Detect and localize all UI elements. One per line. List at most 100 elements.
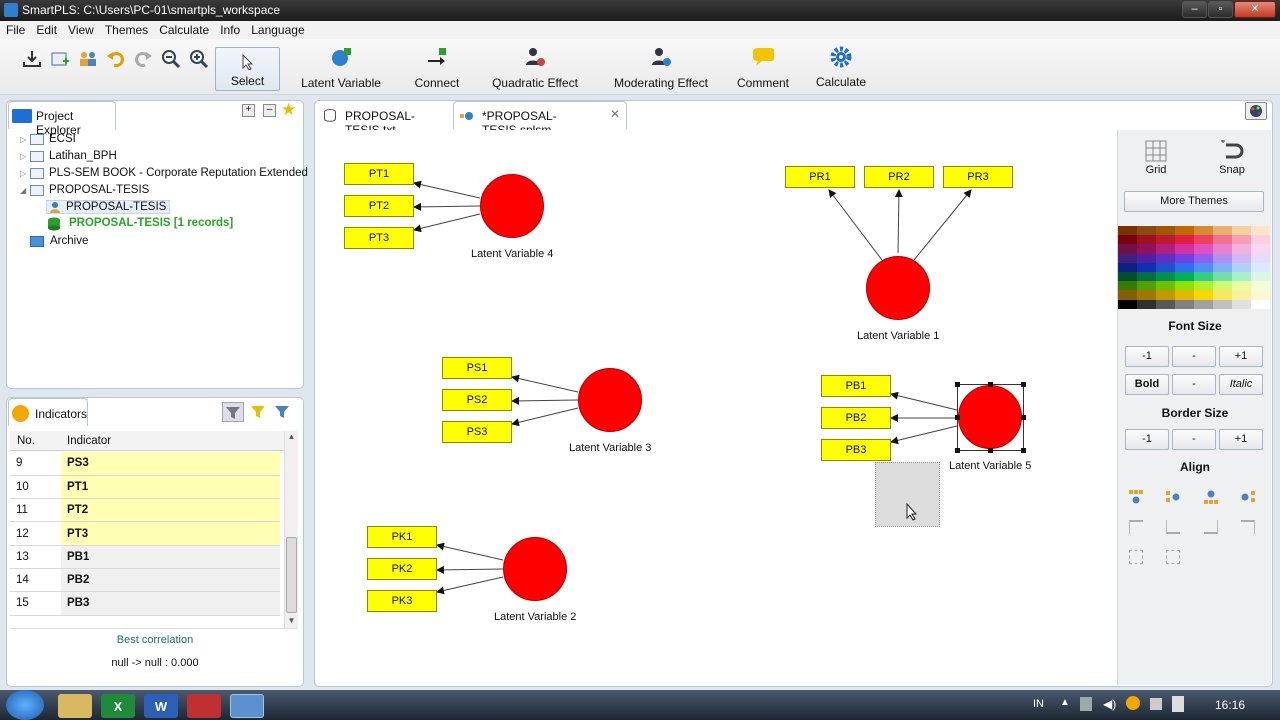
color-swatch[interactable]: [1137, 281, 1156, 291]
table-row[interactable]: 13 PB1: [10, 545, 280, 569]
color-swatch[interactable]: [1156, 253, 1175, 263]
color-swatch[interactable]: [1213, 226, 1232, 236]
media-taskbar-icon[interactable]: [187, 694, 221, 718]
select-tool-button[interactable]: Select: [215, 47, 280, 91]
color-swatch[interactable]: [1156, 281, 1175, 291]
color-swatch[interactable]: [1175, 235, 1194, 245]
filter-yellow-icon[interactable]: [248, 402, 268, 422]
calculate-button[interactable]: Calculate: [814, 46, 868, 89]
indicator-pr3[interactable]: PR3: [943, 166, 1013, 188]
tree-item-ecsi[interactable]: ▷ ECSI: [20, 133, 76, 145]
tree-item-pls-sem-book[interactable]: ▷ PLS-SEM BOOK - Corporate Reputation Ext…: [20, 167, 308, 179]
table-row[interactable]: 14 PB2: [10, 568, 280, 593]
color-swatch[interactable]: [1232, 290, 1251, 300]
color-swatch[interactable]: [1194, 281, 1213, 291]
color-swatch[interactable]: [1118, 299, 1137, 309]
align-center-icon[interactable]: [1166, 490, 1180, 504]
table-row[interactable]: 10 PT1: [10, 475, 280, 500]
star-icon[interactable]: ★: [281, 100, 296, 120]
color-swatch[interactable]: [1213, 299, 1232, 309]
panel-expand-button[interactable]: +: [242, 104, 255, 117]
scroll-down-arrow-icon[interactable]: ▼: [285, 616, 298, 625]
color-swatch[interactable]: [1251, 281, 1270, 291]
color-swatch[interactable]: [1118, 226, 1137, 236]
volume-icon[interactable]: ◀): [1103, 697, 1116, 711]
color-swatch[interactable]: [1213, 272, 1232, 282]
clock[interactable]: 16:16: [1215, 698, 1245, 712]
tree-item-proposal-model[interactable]: PROPOSAL-TESIS: [46, 200, 171, 214]
tree-item-proposal-data[interactable]: PROPOSAL-TESIS [1 records]: [48, 217, 233, 231]
indicator-pr2[interactable]: PR2: [864, 166, 934, 188]
distribute-horizontal-icon[interactable]: [1129, 550, 1143, 564]
panel-collapse-button[interactable]: –: [263, 104, 276, 117]
color-swatch[interactable]: [1232, 299, 1251, 309]
undo-icon[interactable]: [106, 49, 126, 69]
color-swatch[interactable]: [1137, 226, 1156, 236]
table-row[interactable]: 9 PS3: [10, 452, 280, 476]
menu-themes[interactable]: Themes: [99, 21, 153, 37]
color-swatch[interactable]: [1251, 235, 1270, 245]
redo-icon[interactable]: [133, 49, 153, 69]
color-swatch[interactable]: [1194, 226, 1213, 236]
color-swatch[interactable]: [1118, 253, 1137, 263]
tab-indicators[interactable]: Indicators: [8, 398, 88, 426]
color-swatch[interactable]: [1137, 235, 1156, 245]
color-swatch[interactable]: [1156, 262, 1175, 272]
border-size-increase-button[interactable]: +1: [1219, 429, 1263, 450]
network-icon[interactable]: [1080, 697, 1092, 711]
color-swatch[interactable]: [1156, 235, 1175, 245]
italic-button[interactable]: Italic: [1219, 374, 1263, 395]
indicator-pk1[interactable]: PK1: [367, 526, 437, 548]
color-swatch[interactable]: [1251, 290, 1270, 300]
color-swatch[interactable]: [1232, 253, 1251, 263]
table-row[interactable]: 11 PT2: [10, 498, 280, 523]
color-swatch[interactable]: [1118, 272, 1137, 282]
maximize-button[interactable]: ▫: [1208, 1, 1233, 18]
excel-taskbar-icon[interactable]: X: [101, 694, 135, 718]
flag-icon[interactable]: [1172, 696, 1184, 712]
color-swatch[interactable]: [1175, 290, 1194, 300]
color-swatch[interactable]: [1175, 226, 1194, 236]
color-swatch[interactable]: [1232, 235, 1251, 245]
close-button[interactable]: ✕: [1234, 1, 1276, 18]
tray-expand-icon[interactable]: ▲: [1060, 697, 1070, 708]
color-swatch[interactable]: [1118, 244, 1137, 254]
tab-proposal-splsm[interactable]: *PROPOSAL-TESIS.splsm ✕: [453, 101, 627, 137]
zoom-out-icon[interactable]: [161, 49, 181, 69]
connect-button[interactable]: Connect: [410, 47, 464, 90]
latent-variable-2[interactable]: [503, 537, 567, 601]
menu-view[interactable]: View: [62, 21, 99, 37]
color-swatch[interactable]: [1194, 262, 1213, 272]
color-swatch[interactable]: [1175, 299, 1194, 309]
color-swatch[interactable]: [1137, 262, 1156, 272]
color-palette[interactable]: [1118, 226, 1270, 309]
font-size-increase-button[interactable]: +1: [1219, 346, 1263, 367]
indicator-scrollbar[interactable]: ▲ ▼: [284, 431, 298, 628]
indicator-ps3[interactable]: PS3: [442, 421, 512, 443]
comment-button[interactable]: Comment: [733, 47, 793, 90]
color-swatch[interactable]: [1118, 262, 1137, 272]
snap-magnet-icon[interactable]: [1220, 139, 1244, 162]
color-swatch[interactable]: [1156, 226, 1175, 236]
table-row[interactable]: 12 PT3: [10, 521, 280, 546]
minimize-button[interactable]: –: [1182, 1, 1207, 18]
color-swatch[interactable]: [1251, 299, 1270, 309]
zoom-in-icon[interactable]: [189, 49, 209, 69]
filter-all-icon[interactable]: [222, 402, 244, 422]
color-swatch[interactable]: [1232, 281, 1251, 291]
menu-edit[interactable]: Edit: [30, 21, 62, 37]
moderating-effect-button[interactable]: Moderating Effect: [612, 47, 710, 90]
explorer-taskbar-icon[interactable]: [58, 694, 92, 718]
color-swatch[interactable]: [1156, 299, 1175, 309]
latent-variable-3[interactable]: [578, 368, 642, 432]
color-swatch[interactable]: [1156, 244, 1175, 254]
border-size-reset-button[interactable]: -: [1172, 429, 1216, 450]
indicator-pt1[interactable]: PT1: [344, 163, 414, 185]
indicator-pk2[interactable]: PK2: [367, 558, 437, 580]
color-swatch[interactable]: [1137, 290, 1156, 300]
color-swatch[interactable]: [1232, 244, 1251, 254]
align-edge-top-icon[interactable]: [1129, 520, 1143, 534]
grid-icon[interactable]: [1145, 140, 1167, 162]
color-swatch[interactable]: [1232, 272, 1251, 282]
font-style-reset-button[interactable]: -: [1172, 374, 1216, 395]
